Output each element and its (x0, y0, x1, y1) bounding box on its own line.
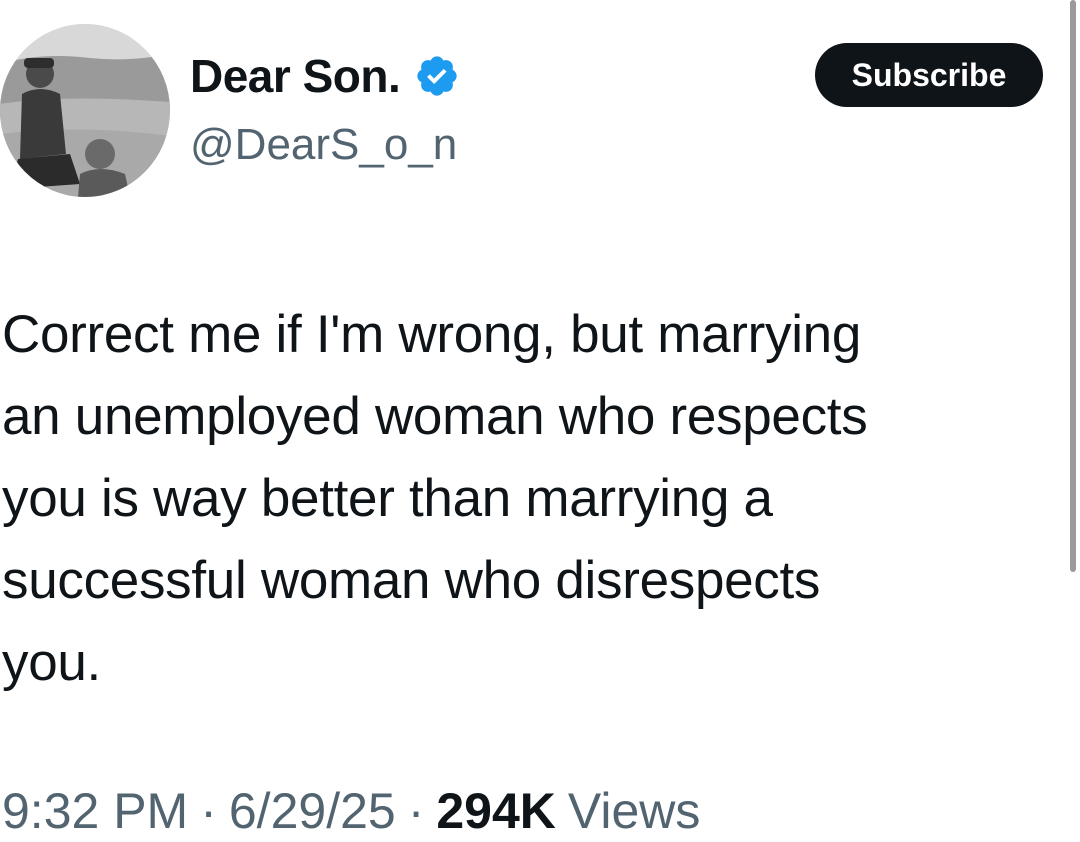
tweet-text-line: you is way better than marrying a (2, 469, 773, 528)
avatar-photo (0, 24, 170, 197)
subscribe-button[interactable]: Subscribe (815, 43, 1043, 107)
scrollbar[interactable] (1070, 0, 1076, 572)
separator-dot: · (200, 783, 217, 839)
tweet-date[interactable]: 6/29/25 (229, 782, 396, 840)
tweet-text-line: you. (2, 633, 101, 692)
tweet-text-line: Correct me if I'm wrong, but marrying (2, 305, 862, 364)
views-label: Views (567, 783, 701, 839)
tweet-text: Correct me if I'm wrong, but marrying an… (2, 294, 1042, 704)
tweet-time[interactable]: 9:32 PM (2, 782, 188, 840)
separator-dot: · (407, 783, 425, 839)
author-handle[interactable]: @DearS_o_n (190, 120, 457, 170)
verified-badge-icon (414, 53, 460, 99)
tweet-text-line: an unemployed woman who respects (2, 387, 868, 446)
tweet-container: Dear Son. @DearS_o_n Subscribe Correct m… (0, 0, 1080, 842)
tweet-metadata: 9:32 PM · 6/29/25 · 294K Views (2, 782, 700, 840)
author-display-name[interactable]: Dear Son. (190, 49, 401, 103)
views-count[interactable]: 294K (436, 782, 556, 840)
author-name-row: Dear Son. (190, 46, 460, 106)
tweet-text-line: successful woman who disrespects (2, 551, 821, 610)
author-avatar[interactable] (0, 24, 170, 197)
